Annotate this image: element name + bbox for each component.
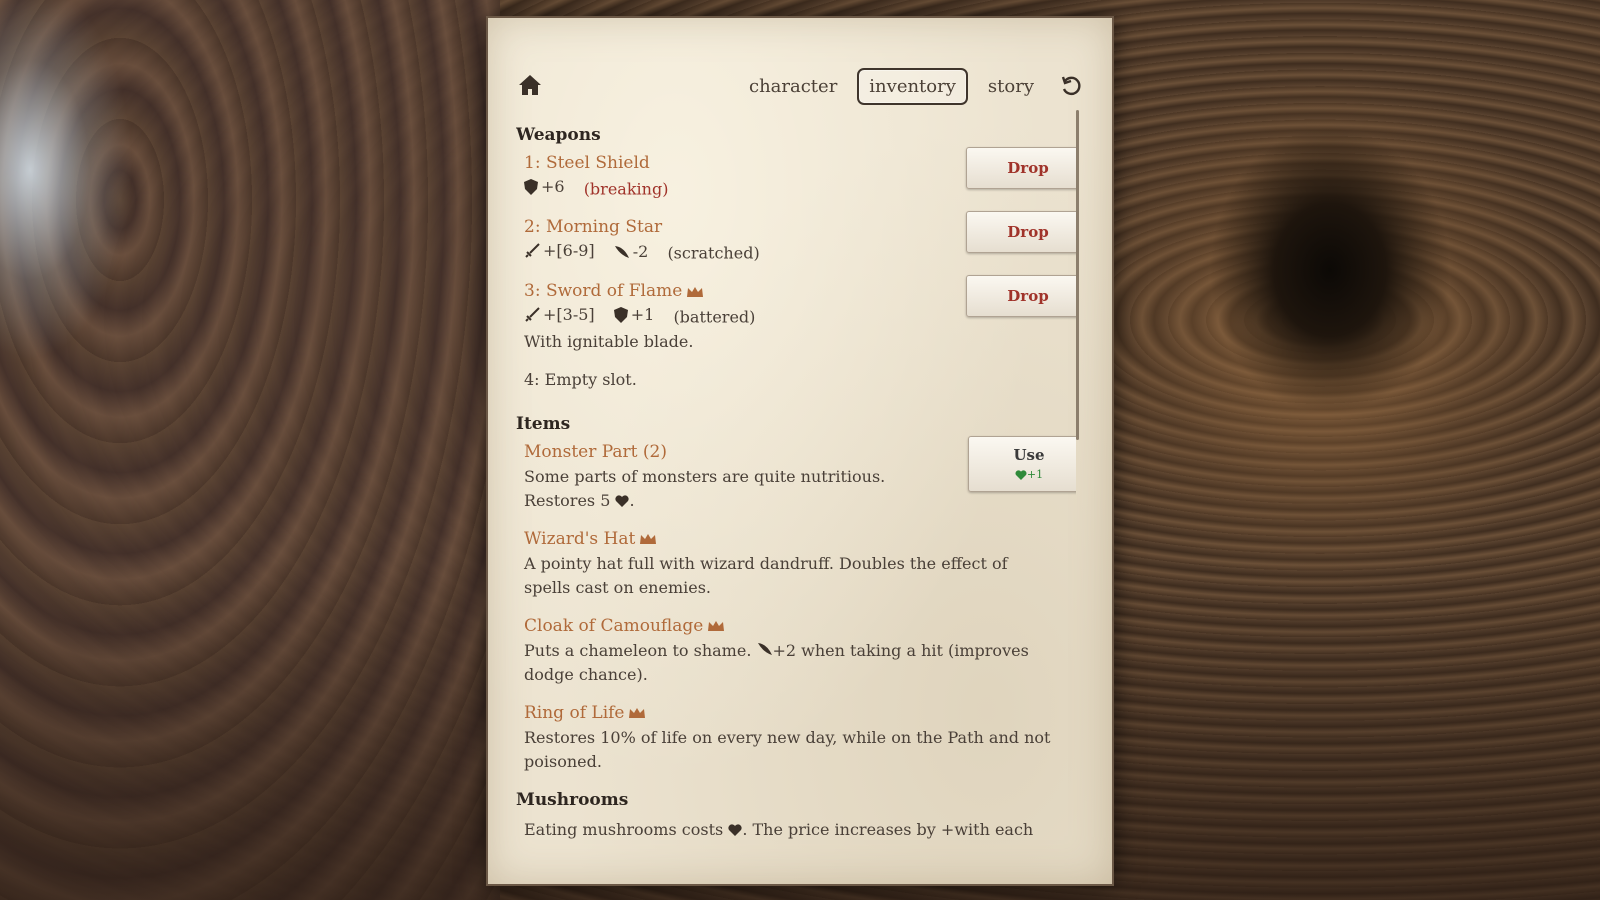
mushrooms-description-text-2: . The price increases by +with each xyxy=(742,819,1034,839)
use-effect-value: +1 xyxy=(1026,467,1044,481)
crown-icon xyxy=(640,534,657,544)
sword-icon xyxy=(525,242,540,258)
empty-slot: 4: Empty slot. xyxy=(524,369,637,389)
defense-value: +1 xyxy=(630,305,655,324)
defense-value: +6 xyxy=(541,177,565,196)
defense-stat: +1 xyxy=(613,305,655,324)
drop-button[interactable]: Drop xyxy=(966,147,1076,189)
heart-icon xyxy=(1015,469,1027,480)
dodge-stat: -2 xyxy=(614,242,649,261)
condition: (scratched) xyxy=(667,243,760,263)
item-description: Some parts of monsters are quite nutriti… xyxy=(524,466,886,510)
drop-button[interactable]: Drop xyxy=(966,275,1076,317)
defense-stat: +6 xyxy=(524,177,565,196)
heart-icon xyxy=(615,495,630,507)
item-ring-of-life: Ring of Life Restores 10% of life on eve… xyxy=(524,703,1076,774)
crown-icon xyxy=(687,286,704,297)
crown-icon xyxy=(708,621,725,631)
item-description: Restores 10% of life on every new day, w… xyxy=(524,727,1051,771)
attack-value: +[3-5] xyxy=(543,305,595,324)
item-name-text: Cloak of Camouflage xyxy=(524,615,704,636)
shield-icon xyxy=(524,178,538,195)
mushrooms-description-text: Eating mushrooms costs xyxy=(524,819,724,839)
tab-inventory[interactable]: inventory xyxy=(857,68,968,105)
home-icon[interactable] xyxy=(518,74,542,96)
scrollbar[interactable] xyxy=(1076,110,1079,440)
restore-text: Restores 5 xyxy=(524,490,611,510)
shield-icon xyxy=(613,306,628,323)
condition: (breaking) xyxy=(583,179,669,199)
drop-button[interactable]: Drop xyxy=(966,211,1076,253)
attack-stat: +[6-9] xyxy=(524,241,595,260)
dodge-value: -2 xyxy=(632,242,649,261)
weapon-slot-3: 3: Sword of Flame +[3-5] +1 (battered) W… xyxy=(524,275,1076,354)
item-description-text: Puts a chameleon to shame. xyxy=(524,640,752,660)
use-button-label: Use xyxy=(1013,445,1045,464)
sword-icon xyxy=(525,306,540,322)
item-name-text: Ring of Life xyxy=(524,702,625,723)
tab-bar: character inventory story xyxy=(739,68,1084,105)
item-description: A pointy hat full with wizard dandruff. … xyxy=(524,553,1008,597)
feather-icon xyxy=(614,245,629,258)
item-wizards-hat: Wizard's Hat A pointy hat full with wiza… xyxy=(524,529,1076,600)
weapon-slot-1: 1: Steel Shield +6 (breaking) Drop xyxy=(524,147,1076,201)
tab-character[interactable]: character xyxy=(739,70,847,103)
section-title-mushrooms: Mushrooms xyxy=(516,789,629,810)
attack-stat: +[3-5] xyxy=(524,305,595,324)
weapon-name-text: 3: Sword of Flame xyxy=(524,281,683,301)
use-button[interactable]: Use +1 xyxy=(968,435,1076,492)
undo-icon[interactable] xyxy=(1060,75,1084,99)
weapon-slot-4: 4: Empty slot. xyxy=(524,370,1076,398)
mushrooms-info: Eating mushrooms costs . The price incre… xyxy=(524,818,1076,866)
use-effect: +1 xyxy=(969,465,1076,485)
feather-icon xyxy=(757,642,772,655)
inventory-panel: character inventory story Weapons 1: Ste… xyxy=(488,18,1112,884)
item-name[interactable]: Wizard's Hat xyxy=(524,529,1076,549)
inventory-scroll-area[interactable]: Weapons 1: Steel Shield +6 (breaking) Dr… xyxy=(516,123,1076,868)
weapon-description: With ignitable blade. xyxy=(524,331,694,351)
crown-icon xyxy=(629,708,646,718)
item-cloak: Cloak of Camouflage Puts a chameleon to … xyxy=(524,616,1076,687)
weapon-slot-2: 2: Morning Star +[6-9] -2 (scratched) Dr… xyxy=(524,211,1076,265)
attack-value: +[6-9] xyxy=(543,241,595,260)
condition: (battered) xyxy=(673,307,756,327)
item-name-text: Wizard's Hat xyxy=(524,528,636,549)
mushrooms-description: Eating mushrooms costs . The price incre… xyxy=(524,818,1054,842)
item-name[interactable]: Ring of Life xyxy=(524,703,1076,723)
tab-story[interactable]: story xyxy=(978,70,1044,103)
item-name[interactable]: Cloak of Camouflage xyxy=(524,616,1076,636)
item-description-text: Some parts of monsters are quite nutriti… xyxy=(524,466,886,486)
item-monster-part: Monster Part (2) Some parts of monsters … xyxy=(524,435,1076,513)
section-title-weapons: Weapons xyxy=(516,125,601,145)
item-description: Puts a chameleon to shame. +2 when takin… xyxy=(524,639,1054,687)
top-bar: character inventory story xyxy=(488,18,1112,118)
heart-icon xyxy=(728,824,742,836)
section-title-items: Items xyxy=(516,413,571,434)
